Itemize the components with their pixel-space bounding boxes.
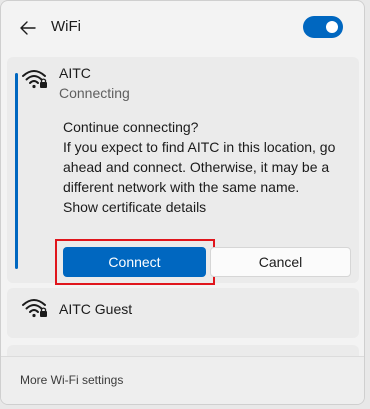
page-title: WiFi [51, 18, 81, 35]
connect-message: Continue connecting? If you expect to fi… [63, 117, 363, 217]
network-name: AITC [59, 65, 91, 81]
network-item-aitc: AITC Connecting Continue connecting? If … [7, 57, 359, 285]
back-arrow-icon [20, 21, 36, 35]
network-status: Connecting [59, 85, 130, 101]
back-button[interactable] [15, 15, 41, 41]
network-item-aitc-guest[interactable]: AITC Guest [7, 288, 359, 338]
message-line: different network with the same name. [63, 179, 300, 195]
selection-accent [15, 73, 18, 269]
more-wifi-settings-link[interactable]: More Wi-Fi settings [20, 373, 123, 387]
cancel-button[interactable]: Cancel [210, 247, 351, 277]
wifi-secured-icon [22, 70, 47, 89]
show-certificate-link[interactable]: Show certificate details [63, 197, 363, 217]
toggle-knob [326, 21, 338, 33]
message-line: Continue connecting? [63, 119, 199, 135]
wifi-toggle[interactable] [303, 16, 343, 38]
footer: More Wi-Fi settings [1, 356, 364, 404]
header: WiFi [1, 1, 364, 55]
network-name: AITC Guest [59, 301, 133, 317]
wifi-flyout: WiFi AITC Connecting Continue connecting… [0, 0, 365, 405]
network-list: AITC Connecting Continue connecting? If … [1, 55, 364, 375]
connect-button[interactable]: Connect [63, 247, 206, 277]
message-line: If you expect to find AITC in this locat… [63, 139, 336, 155]
message-line: ahead and connect. Otherwise, it may be … [63, 159, 330, 175]
wifi-secured-icon [22, 299, 47, 318]
